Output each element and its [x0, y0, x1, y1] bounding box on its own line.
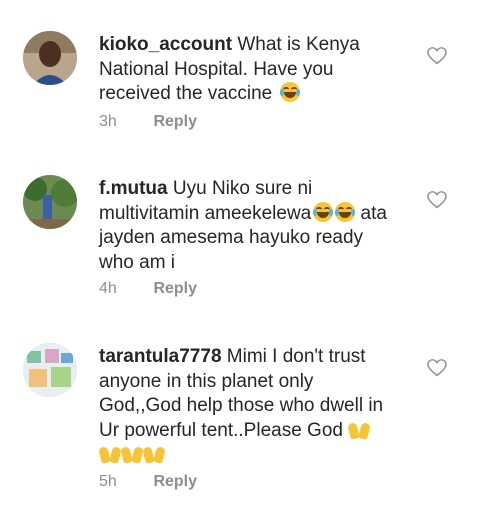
- comment-username[interactable]: kioko_account: [99, 34, 232, 55]
- reply-button[interactable]: Reply: [153, 113, 197, 130]
- comment-username[interactable]: f.mutua: [99, 178, 168, 199]
- comment-item: tarantula7778 Mimi I don't trust anyone …: [0, 343, 480, 493]
- comment-time: 3h: [99, 113, 117, 130]
- comment-meta: 5h Reply: [99, 473, 197, 491]
- heart-outline-icon[interactable]: [427, 191, 447, 209]
- comment-time: 4h: [99, 280, 117, 297]
- raising-hands-icon: [120, 443, 144, 464]
- raising-hands-icon: [347, 419, 372, 440]
- comment-item: f.mutua Uyu Niko sure ni multivitamin am…: [0, 175, 480, 300]
- raising-hands-icon: [98, 443, 122, 464]
- avatar[interactable]: [23, 175, 77, 229]
- avatar[interactable]: [23, 343, 77, 397]
- reply-button[interactable]: Reply: [153, 280, 197, 297]
- face-with-tears-of-joy-icon: [279, 82, 300, 102]
- comment-meta: 4h Reply: [99, 280, 197, 298]
- comment-body: tarantula7778 Mimi I don't trust anyone …: [98, 345, 399, 468]
- raising-hands-icon: [142, 443, 166, 464]
- heart-outline-icon[interactable]: [427, 359, 447, 377]
- face-with-tears-of-joy-icon: [313, 201, 334, 222]
- reply-button[interactable]: Reply: [153, 473, 197, 490]
- comment-body: f.mutua Uyu Niko sure ni multivitamin am…: [99, 177, 399, 275]
- avatar[interactable]: [23, 31, 77, 85]
- comment-item: kioko_account What is Kenya National Hos…: [0, 31, 480, 141]
- comment-body: kioko_account What is Kenya National Hos…: [99, 33, 399, 107]
- comment-username[interactable]: tarantula7778: [99, 346, 222, 367]
- heart-outline-icon[interactable]: [427, 47, 447, 65]
- face-with-tears-of-joy-icon: [335, 201, 356, 222]
- comment-time: 5h: [99, 473, 117, 490]
- comment-meta: 3h Reply: [99, 113, 197, 131]
